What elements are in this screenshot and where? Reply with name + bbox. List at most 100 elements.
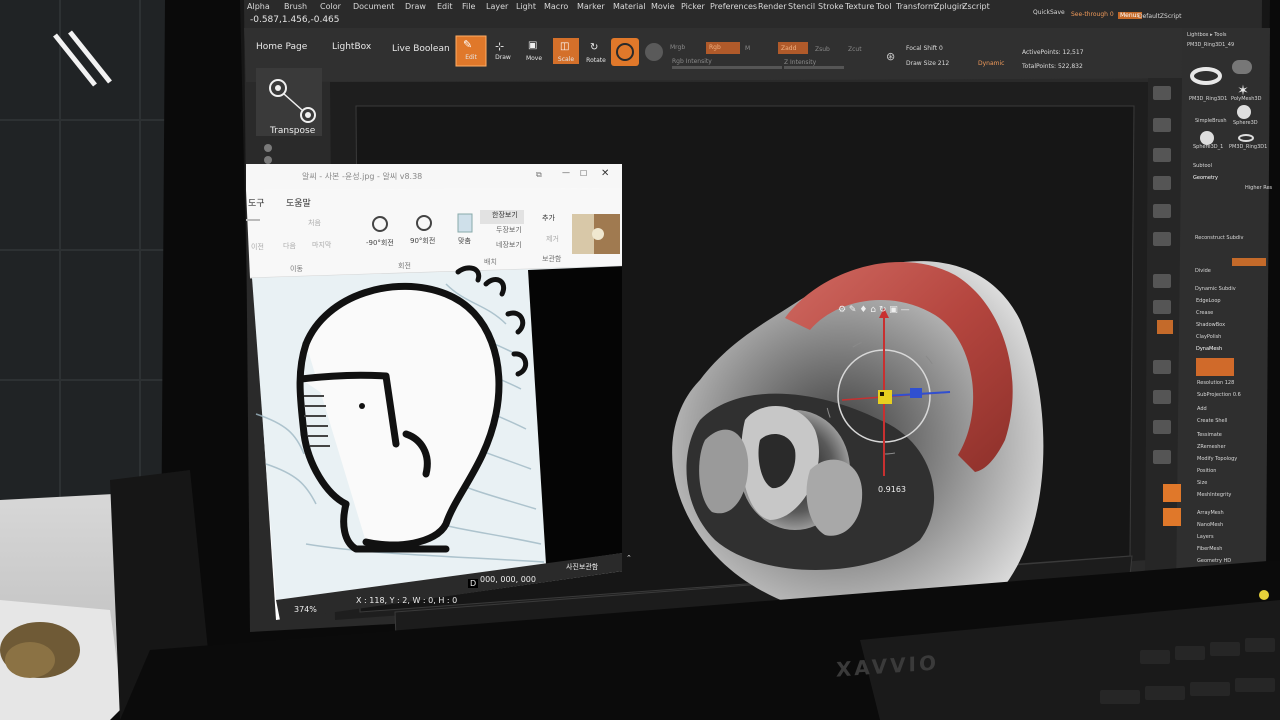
zadd-toggle[interactable]: Zadd: [781, 45, 796, 52]
fibermesh-section[interactable]: FiberMesh: [1197, 546, 1222, 552]
menu-item[interactable]: Marker: [577, 2, 605, 11]
zsub-toggle[interactable]: Zsub: [815, 46, 830, 53]
dynamic-toggle[interactable]: Dynamic: [978, 60, 1004, 67]
dynamic-subdiv-section[interactable]: Dynamic Subdiv: [1195, 286, 1236, 292]
reconstruct-subdiv-button[interactable]: Reconstruct Subdiv: [1195, 235, 1243, 241]
menu-item[interactable]: Edit: [437, 2, 453, 11]
z-intensity-slider[interactable]: Z Intensity: [784, 59, 816, 66]
next-button[interactable]: 다음: [283, 241, 296, 251]
rotate-button[interactable]: Rotate: [579, 57, 613, 64]
home-page-button[interactable]: Home Page: [256, 42, 307, 52]
move-button[interactable]: Move: [517, 55, 551, 62]
maximize-icon[interactable]: ☐: [580, 169, 587, 178]
menu-item[interactable]: Alpha: [247, 2, 270, 11]
menu-item[interactable]: Tool: [876, 2, 892, 11]
storage-remove-button[interactable]: 제거: [546, 234, 559, 244]
menu-item[interactable]: File: [462, 2, 475, 11]
default-zscript-button[interactable]: DefaultZScript: [1138, 13, 1181, 20]
menu-item[interactable]: Draw: [405, 2, 426, 11]
menu-item[interactable]: Zscript: [962, 2, 990, 11]
chevron-up-icon[interactable]: ⌃: [626, 554, 632, 562]
divide-button[interactable]: Divide: [1195, 268, 1211, 274]
tool-palette-header[interactable]: Lightbox ▸ Tools: [1187, 32, 1227, 38]
dual-view-button[interactable]: 두장보기: [496, 225, 522, 235]
scale-button[interactable]: Scale: [549, 56, 583, 63]
subtool-section[interactable]: Subtool: [1193, 163, 1212, 169]
m-toggle[interactable]: M: [745, 45, 750, 52]
menu-item[interactable]: Zplugin: [934, 2, 964, 11]
quicksave-button[interactable]: QuickSave: [1033, 9, 1065, 16]
edit-button[interactable]: Edit: [454, 54, 488, 61]
menu-item[interactable]: Movie: [651, 2, 675, 11]
nanomesh-section[interactable]: NanoMesh: [1197, 522, 1223, 528]
tool-thumb-label[interactable]: Sphere3D_1: [1193, 144, 1223, 150]
live-boolean-button[interactable]: Live Boolean: [392, 44, 450, 54]
menu-item[interactable]: Macro: [544, 2, 568, 11]
rotate-left-button[interactable]: -90°회전: [366, 238, 394, 248]
claypolish-section[interactable]: ClayPolish: [1196, 334, 1221, 340]
storage-toggle[interactable]: 사진보관함: [566, 562, 598, 572]
menu-item[interactable]: Texture: [845, 2, 874, 11]
menu-item[interactable]: Picker: [681, 2, 705, 11]
edgeloop-section[interactable]: EdgeLoop: [1196, 298, 1221, 304]
mrgb-toggle[interactable]: Mrgb: [670, 44, 685, 51]
close-icon[interactable]: ✕: [601, 168, 609, 179]
subprojection-slider[interactable]: SubProjection 0.6: [1197, 392, 1241, 398]
prev-button[interactable]: 이전: [251, 242, 264, 252]
menu-item[interactable]: Color: [320, 2, 341, 11]
resolution-slider[interactable]: Resolution 128: [1197, 380, 1234, 386]
tool-thumb-label[interactable]: PM3D_Ring3D1: [1229, 144, 1267, 150]
rgb-intensity-slider[interactable]: Rgb Intensity: [672, 58, 712, 65]
see-through-slider[interactable]: See-through 0: [1071, 11, 1114, 18]
menu-item[interactable]: Light: [516, 2, 536, 11]
minimize-icon[interactable]: —: [562, 168, 570, 177]
menu-item[interactable]: Document: [353, 2, 394, 11]
menu-item[interactable]: Transform: [896, 2, 936, 11]
menu-help[interactable]: 도움말: [286, 196, 311, 209]
storage-add-button[interactable]: 추가: [542, 213, 555, 223]
shadowbox-section[interactable]: ShadowBox: [1196, 322, 1225, 328]
modify-topology-section[interactable]: Modify Topology: [1197, 456, 1237, 462]
rotate-right-button[interactable]: 90°회전: [410, 236, 435, 246]
menu-item[interactable]: Material: [613, 2, 646, 11]
rgb-toggle[interactable]: Rgb: [709, 44, 721, 51]
menu-item[interactable]: Stencil: [788, 2, 815, 11]
size-section[interactable]: Size: [1197, 480, 1207, 486]
menu-item[interactable]: Preferences: [710, 2, 757, 11]
single-view-button[interactable]: 한장보기: [492, 210, 518, 220]
tool-thumb-label[interactable]: Sphere3D: [1233, 120, 1258, 126]
arraymesh-section[interactable]: ArrayMesh: [1197, 510, 1224, 516]
zremesher-section[interactable]: ZRemesher: [1197, 444, 1226, 450]
focal-shift-slider[interactable]: Focal Shift 0: [906, 45, 943, 52]
higher-res-button[interactable]: Higher Res: [1245, 185, 1272, 191]
viewer-restore-icon[interactable]: ⧉: [536, 170, 542, 180]
geometry-hd-section[interactable]: Geometry HD: [1197, 558, 1231, 564]
crease-section[interactable]: Crease: [1196, 310, 1213, 316]
draw-button[interactable]: Draw: [486, 54, 520, 61]
first-button[interactable]: 처음: [308, 218, 321, 228]
material-tile[interactable]: [611, 38, 639, 66]
tool-thumb-label[interactable]: SimpleBrush: [1195, 118, 1227, 124]
geometry-section[interactable]: Geometry: [1193, 175, 1218, 181]
position-section[interactable]: Position: [1197, 468, 1216, 474]
menu-item[interactable]: Layer: [486, 2, 508, 11]
menu-item[interactable]: Brush: [284, 2, 307, 11]
menu-tools[interactable]: 도구: [248, 196, 265, 209]
meshintegrity-section[interactable]: MeshIntegrity: [1197, 492, 1231, 498]
dynamesh-section[interactable]: DynaMesh: [1196, 346, 1222, 352]
zcut-toggle[interactable]: Zcut: [848, 46, 862, 53]
add-button[interactable]: Add: [1197, 406, 1207, 412]
draw-size-slider[interactable]: Draw Size 212: [906, 60, 949, 67]
fit-button[interactable]: 맞춤: [458, 236, 471, 246]
lightbox-button[interactable]: LightBox: [332, 42, 371, 52]
menu-item[interactable]: Render: [758, 2, 786, 11]
create-shell-button[interactable]: Create Shell: [1197, 418, 1227, 424]
tool-thumb-label[interactable]: PolyMesh3D: [1231, 96, 1261, 102]
layers-section[interactable]: Layers: [1197, 534, 1214, 540]
quad-view-button[interactable]: 네장보기: [496, 240, 522, 250]
tool-thumb-label[interactable]: PM3D_Ring3D1: [1189, 96, 1227, 102]
last-button[interactable]: 마지막: [312, 240, 331, 250]
tessimate-section[interactable]: Tessimate: [1197, 432, 1222, 438]
menu-item[interactable]: Stroke: [818, 2, 844, 11]
gizmo-toolbar-icons[interactable]: ⚙ ✎ ♦ ⌂ ↻ ▣ —: [838, 305, 910, 315]
